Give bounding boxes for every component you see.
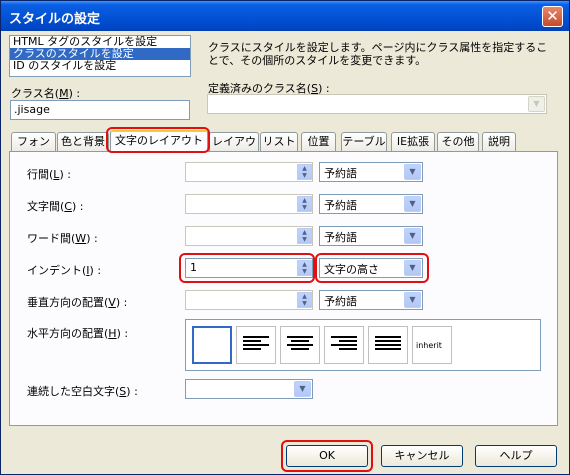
chevron-down-icon[interactable]: ▼ (404, 228, 421, 244)
line-height-label: 行間(L) : (27, 168, 71, 181)
help-button[interactable]: ヘルプ (475, 445, 557, 467)
spin-buttons[interactable]: ▲ ▼ (297, 260, 312, 276)
align-right-icon (331, 336, 357, 352)
align-justify-icon (375, 336, 401, 352)
class-name-input[interactable]: .jisage (10, 100, 190, 120)
ok-button[interactable]: OK (286, 445, 368, 467)
tab-ie-extension[interactable]: IE拡張 (391, 132, 435, 151)
tab-other[interactable]: その他 (437, 132, 479, 151)
tab-position[interactable]: 位置 (301, 132, 336, 151)
tab-description[interactable]: 説明 (482, 132, 516, 151)
text-align-label: 水平方向の配置(H) : (27, 327, 129, 340)
tab-text-layout[interactable]: 文字のレイアウト (110, 130, 208, 152)
line-height-unit-select[interactable]: 予約語 ▼ (319, 162, 423, 182)
dialog-title: スタイルの設定 (9, 12, 101, 27)
align-right-option[interactable] (324, 326, 364, 364)
align-left-option[interactable] (236, 326, 276, 364)
align-justify-option[interactable] (368, 326, 408, 364)
title-bar[interactable]: スタイルの設定 ✕ (1, 1, 569, 31)
align-center-option[interactable] (280, 326, 320, 364)
style-settings-dialog: スタイルの設定 ✕ HTML タグのスタイルを設定 クラスのスタイルを設定 ID… (0, 0, 570, 475)
indent-input[interactable]: 1 (185, 258, 313, 278)
vertical-align-label: 垂直方向の配置(V) : (27, 296, 128, 309)
list-item[interactable]: ID のスタイルを設定 (10, 60, 190, 72)
tab-list[interactable]: リスト (260, 132, 298, 151)
chevron-down-icon[interactable]: ▼ (404, 292, 421, 308)
vertical-align-input[interactable] (185, 290, 313, 310)
indent-label: インデント(I) : (27, 264, 102, 277)
spin-buttons[interactable]: ▲ ▼ (297, 196, 312, 212)
vertical-align-unit-select[interactable]: 予約語 ▼ (319, 290, 423, 310)
chevron-down-icon[interactable]: ▼ (404, 196, 421, 212)
letter-spacing-unit-select[interactable]: 予約語 ▼ (319, 194, 423, 214)
defined-class-select[interactable]: ▼ (207, 94, 547, 114)
align-left-icon (243, 336, 269, 352)
tab-color-background[interactable]: 色と背景 (57, 132, 109, 151)
close-icon[interactable]: ✕ (542, 6, 563, 27)
white-space-select[interactable]: ▼ (185, 379, 313, 399)
spin-buttons[interactable]: ▲ ▼ (297, 292, 312, 308)
word-spacing-label: ワード間(W) : (27, 232, 98, 245)
description-text: クラスにスタイルを設定します。ページ内にクラス属性を指定することで、その個所のス… (208, 41, 548, 67)
unit-value: 予約語 (324, 199, 357, 212)
letter-spacing-label: 文字間(C) : (27, 200, 84, 213)
word-spacing-input[interactable] (185, 226, 313, 246)
unit-value: 予約語 (324, 295, 357, 308)
chevron-down-icon[interactable]: ▼ (528, 96, 545, 112)
letter-spacing-input[interactable] (185, 194, 313, 214)
chevron-down-icon[interactable]: ▼ (404, 260, 421, 276)
chevron-down-icon[interactable]: ▼ (294, 381, 311, 397)
unit-value: 予約語 (324, 167, 357, 180)
text-align-options: inherit (185, 319, 541, 371)
white-space-label: 連続した空白文字(S) : (27, 385, 138, 398)
tab-font[interactable]: フォント (11, 132, 56, 165)
align-none-option[interactable] (192, 326, 232, 364)
cancel-button[interactable]: キャンセル (381, 445, 463, 467)
indent-unit-select[interactable]: 文字の高さ ▼ (319, 258, 423, 278)
spin-buttons[interactable]: ▲ ▼ (297, 164, 312, 180)
align-inherit-option[interactable]: inherit (412, 326, 452, 364)
word-spacing-unit-select[interactable]: 予約語 ▼ (319, 226, 423, 246)
inherit-label: inherit (416, 341, 442, 350)
align-center-icon (287, 336, 313, 352)
spin-buttons[interactable]: ▲ ▼ (297, 228, 312, 244)
line-height-input[interactable] (185, 162, 313, 182)
unit-value: 予約語 (324, 231, 357, 244)
chevron-down-icon[interactable]: ▼ (404, 164, 421, 180)
tab-layout[interactable]: レイアウト (209, 132, 259, 165)
tab-table[interactable]: テーブル (341, 132, 387, 151)
style-target-list[interactable]: HTML タグのスタイルを設定 クラスのスタイルを設定 ID のスタイルを設定 (9, 35, 191, 77)
class-name-label: クラス名(M) : (11, 87, 81, 100)
unit-value: 文字の高さ (324, 263, 379, 276)
